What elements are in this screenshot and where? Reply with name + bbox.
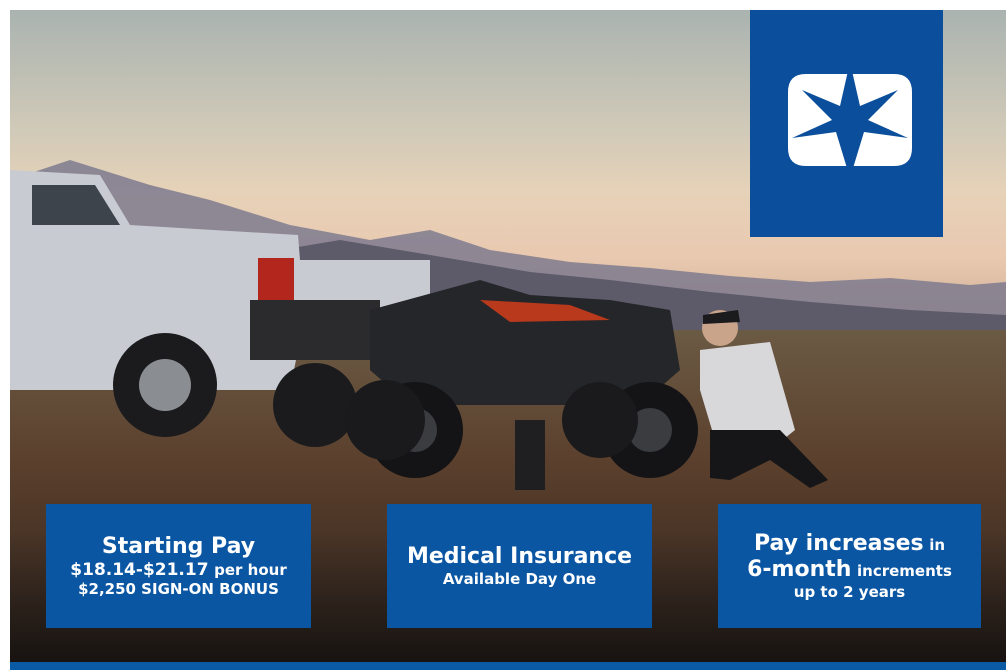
brand-logo: [750, 10, 943, 237]
starting-pay-rate-suffix: per hour: [214, 561, 287, 579]
starting-pay-rate-line: $18.14-$21.17 per hour: [70, 560, 286, 580]
north-star-logo-icon: [788, 62, 912, 178]
pay-increases-card: Pay increases in 6-month increments up t…: [718, 504, 981, 628]
atv: [345, 280, 698, 490]
increments-label: increments: [857, 562, 952, 580]
pay-increases-line-1: Pay increases in: [754, 531, 945, 557]
medical-subtitle: Available Day One: [442, 570, 597, 589]
medical-title: Medical Insurance: [406, 543, 633, 569]
pay-increases-line-2: 6-month increments: [747, 557, 952, 583]
starting-pay-title: Starting Pay: [101, 533, 256, 559]
bottom-accent-bar: [10, 662, 1006, 670]
starting-pay-card: Starting Pay $18.14-$21.17 per hour $2,2…: [46, 504, 311, 628]
increase-duration: up to 2 years: [793, 583, 906, 602]
increment-period: 6-month: [747, 557, 852, 582]
recruitment-banner: Starting Pay $18.14-$21.17 per hour $2,2…: [10, 10, 1006, 670]
starting-pay-rate: $18.14-$21.17: [70, 560, 209, 580]
medical-insurance-card: Medical Insurance Available Day One: [387, 504, 652, 628]
sign-on-bonus: $2,250 SIGN-ON BONUS: [78, 580, 279, 599]
pay-increases-heading: Pay increases: [753, 530, 924, 556]
pay-increases-in: in: [929, 535, 946, 554]
